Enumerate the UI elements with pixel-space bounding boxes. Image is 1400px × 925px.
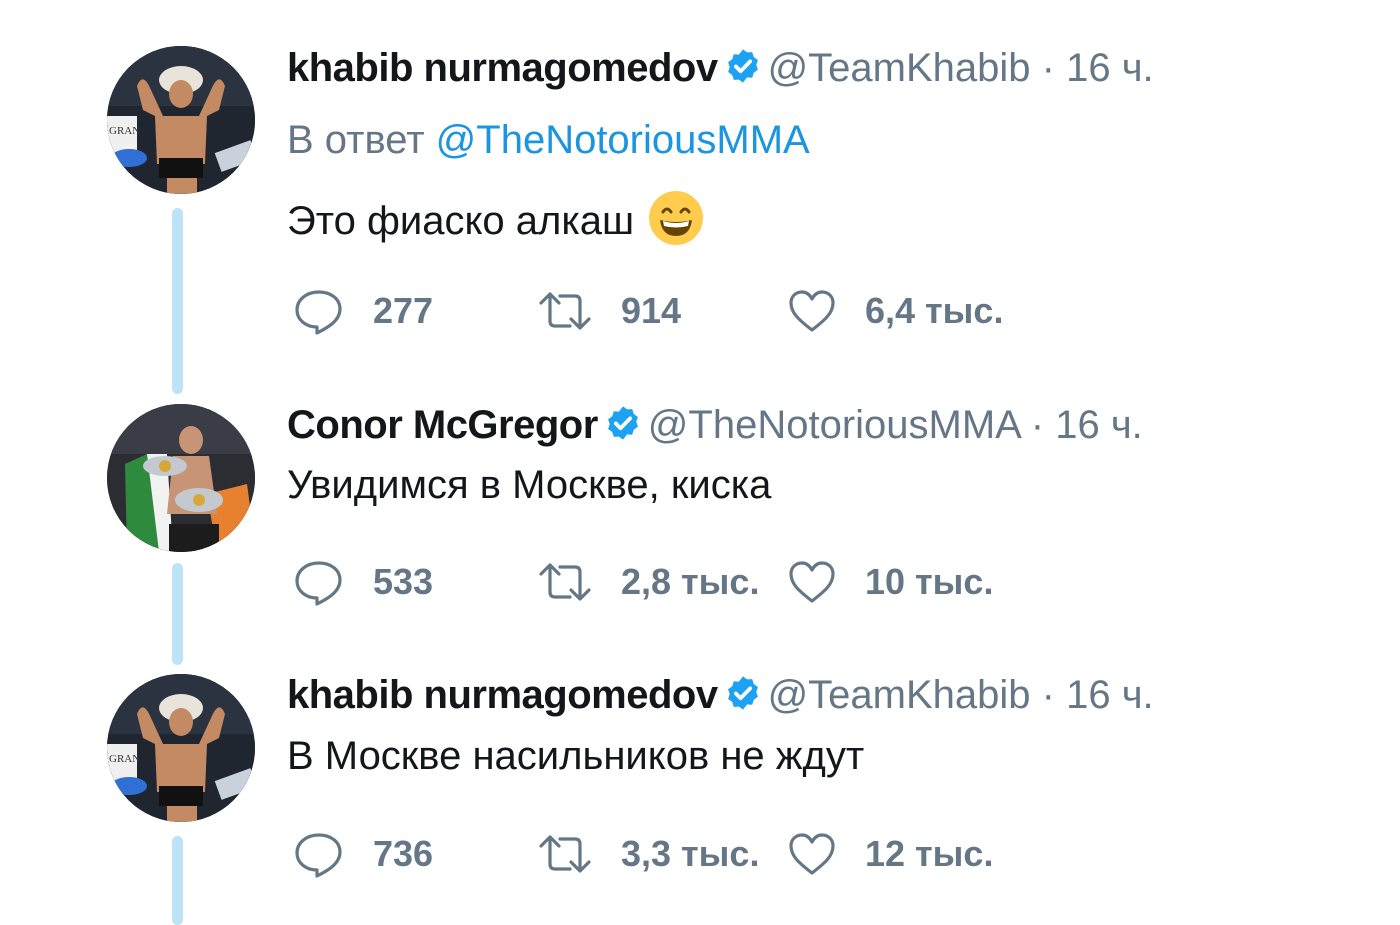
reply-count: 736 (373, 833, 434, 874)
like-count: 6,4 тыс. (865, 290, 1004, 331)
heart-icon (789, 561, 835, 603)
retweet-icon (539, 292, 591, 330)
like-button[interactable]: 10 тыс. (787, 557, 993, 607)
reply-mention-link[interactable]: @TheNotoriousMMA (436, 118, 810, 162)
author-name[interactable]: khabib nurmagomedov (287, 673, 718, 717)
tweet-header: khabib nurmagomedov @TeamKhabib · 16 ч. (287, 44, 1154, 96)
retweet-button[interactable]: 914 (537, 286, 681, 336)
reply-context: В ответ @TheNotoriousMMA (287, 116, 810, 164)
tweet-timestamp[interactable]: 16 ч. (1066, 673, 1154, 717)
svg-text:GRAN: GRAN (109, 125, 140, 137)
author-handle[interactable]: @TeamKhabib (768, 673, 1031, 717)
tweet-text: В Москве насильников не ждут (287, 732, 864, 780)
tweet-text-content: Увидимся в Москве, киска (287, 463, 772, 507)
avatar-khabib[interactable]: GRAN (107, 46, 255, 194)
author-handle[interactable]: @TheNotoriousMMA (648, 403, 1020, 447)
separator-dot: · (1030, 403, 1045, 447)
tweet-actions: 533 2,8 тыс. 10 тыс. (293, 557, 1193, 607)
tweet-header: Conor McGregor @TheNotoriousMMA · 16 ч. (287, 401, 1143, 453)
heart-icon (789, 833, 835, 875)
separator-dot: · (1041, 673, 1055, 717)
author-handle[interactable]: @TeamKhabib (768, 46, 1031, 90)
retweet-count: 3,3 тыс. (621, 833, 760, 874)
thread-connector-line (172, 836, 183, 925)
tweet-text: Это фиаско алкаш (287, 190, 704, 257)
reply-button[interactable]: 533 (293, 557, 433, 607)
retweet-icon (539, 835, 591, 873)
grinning-face-icon (648, 190, 704, 257)
fighter-photo-icon (107, 404, 255, 552)
tweet-timestamp[interactable]: 16 ч. (1066, 46, 1154, 90)
author-name[interactable]: Conor McGregor (287, 403, 598, 447)
tweet-header: khabib nurmagomedov @TeamKhabib · 16 ч. (287, 671, 1154, 723)
tweet-text-content: Это фиаско алкаш (287, 199, 635, 243)
author-name[interactable]: khabib nurmagomedov (287, 46, 718, 90)
avatar-khabib[interactable]: GRAN (107, 674, 255, 822)
reply-button[interactable]: 277 (293, 286, 433, 336)
reply-button[interactable]: 736 (293, 829, 433, 879)
thread-connector-line (172, 208, 183, 394)
tweet-actions: 277 914 6,4 тыс. (293, 286, 1193, 336)
reply-prefix: В ответ (287, 118, 425, 162)
heart-icon (789, 290, 835, 332)
reply-count: 533 (373, 561, 434, 602)
retweet-button[interactable]: 2,8 тыс. (537, 557, 759, 607)
like-count: 10 тыс. (865, 561, 994, 602)
fighter-photo-icon: GRAN (107, 674, 255, 822)
retweet-count: 2,8 тыс. (621, 561, 760, 602)
retweet-icon (539, 563, 591, 601)
svg-text:GRAN: GRAN (109, 753, 140, 765)
reply-bubble-icon (295, 290, 342, 335)
like-button[interactable]: 12 тыс. (787, 829, 993, 879)
verified-badge-icon (724, 47, 762, 96)
separator-dot: · (1041, 46, 1055, 90)
like-count: 12 тыс. (865, 833, 994, 874)
tweet-timestamp[interactable]: 16 ч. (1055, 403, 1143, 447)
tweet-actions: 736 3,3 тыс. 12 тыс. (293, 829, 1193, 879)
tweet-text-content: В Москве насильников не ждут (287, 734, 865, 778)
verified-badge-icon (724, 674, 762, 723)
like-button[interactable]: 6,4 тыс. (787, 286, 1003, 336)
thread-connector-line (172, 563, 183, 665)
fighter-photo-icon: GRAN (107, 46, 255, 194)
verified-badge-icon (604, 404, 642, 453)
tweet-thread: GRAN khabib nurmagomedov @TeamKhabib · 16… (0, 0, 1400, 925)
tweet-text: Увидимся в Москве, киска (287, 461, 771, 509)
reply-bubble-icon (295, 561, 342, 606)
reply-count: 277 (373, 290, 434, 331)
avatar-conor[interactable] (107, 404, 255, 552)
reply-bubble-icon (295, 833, 342, 878)
retweet-count: 914 (621, 290, 682, 331)
retweet-button[interactable]: 3,3 тыс. (537, 829, 759, 879)
